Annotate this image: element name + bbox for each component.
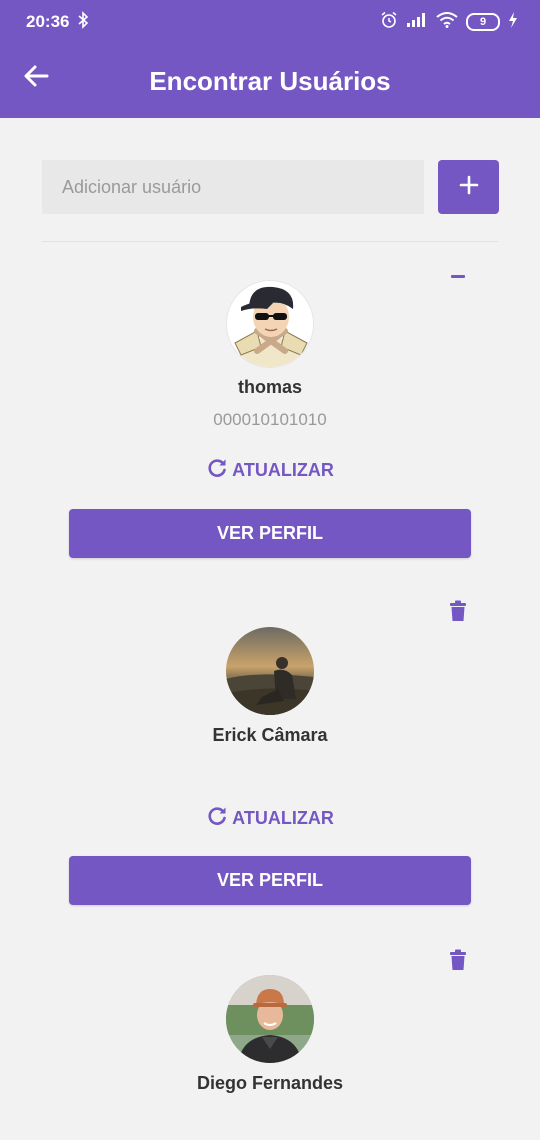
refresh-button[interactable]: ATUALIZAR [0,804,540,832]
user-id: 000010101010 [213,410,327,429]
user-name: Erick Câmara [212,725,328,745]
trash-icon [449,949,467,976]
refresh-button[interactable]: ATUALIZAR [0,456,540,484]
view-profile-button[interactable]: VER PERFIL [69,856,471,905]
refresh-label: ATUALIZAR [232,459,334,480]
avatar [226,627,314,715]
user-name: thomas [237,377,302,397]
user-card: thomas 000010101010 ATUALIZAR VER PERFIL [0,0,540,1140]
trash-icon [449,600,467,627]
refresh-icon [206,805,228,832]
view-profile-button[interactable]: VER PERFIL [69,509,471,558]
remove-user-button[interactable] [447,262,469,286]
delete-user-button[interactable] [447,949,469,976]
minus-icon [450,265,466,283]
refresh-label: ATUALIZAR [232,807,334,828]
user-name: Diego Fernandes [196,1073,344,1093]
delete-user-button[interactable] [447,600,469,627]
avatar [226,280,314,368]
avatar [226,975,314,1063]
refresh-icon [206,457,228,484]
